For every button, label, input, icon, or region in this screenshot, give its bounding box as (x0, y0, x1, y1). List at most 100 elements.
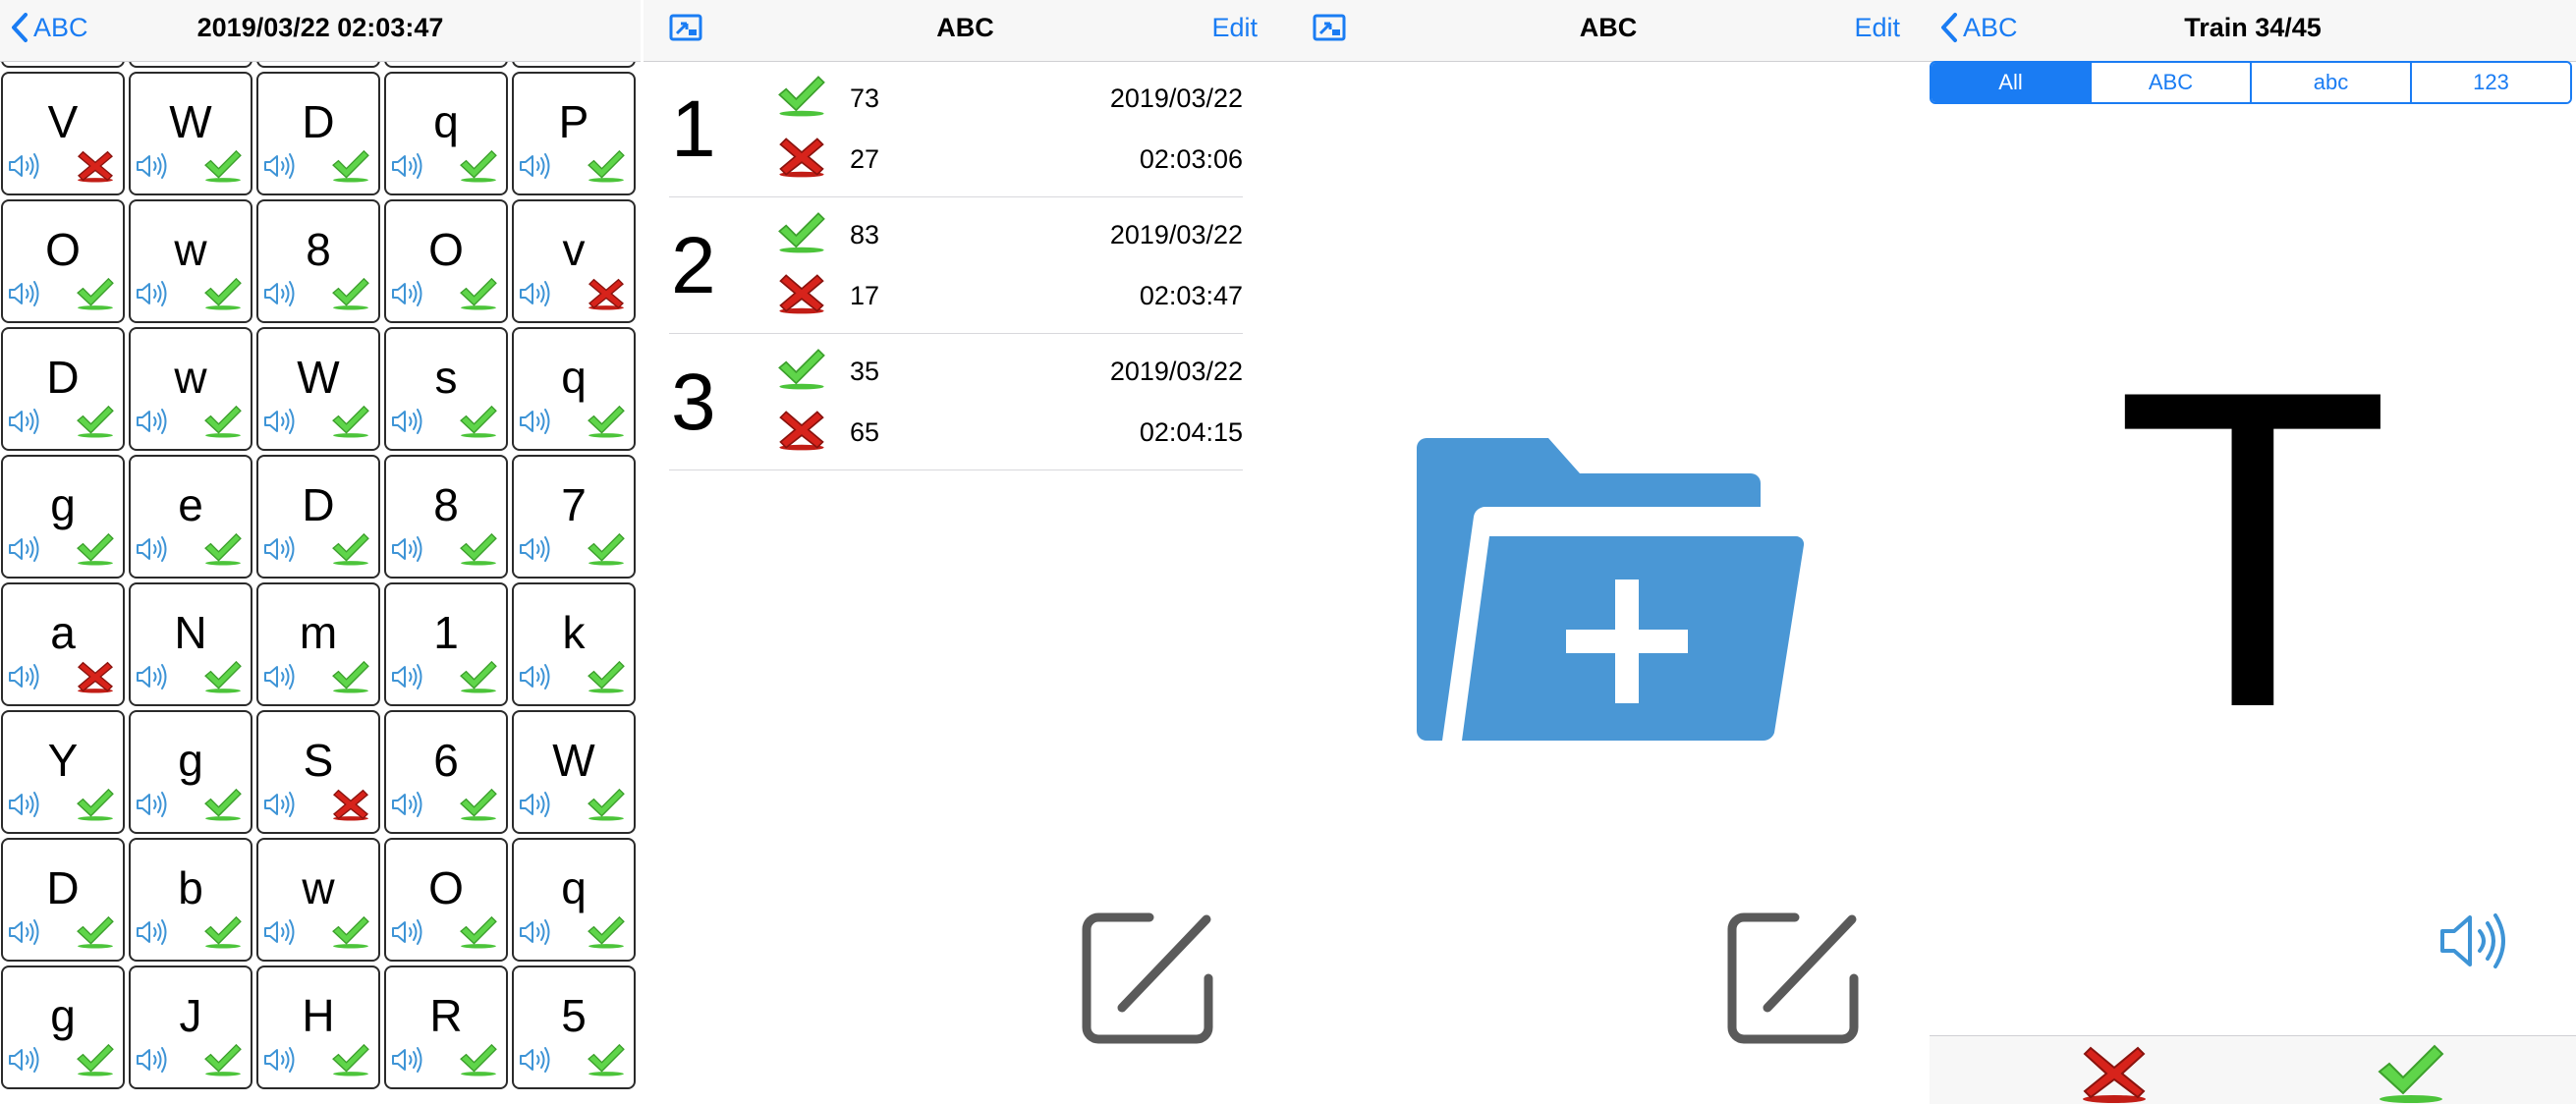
segment-digits[interactable]: 123 (2410, 63, 2570, 102)
wrong-button[interactable] (2079, 1042, 2150, 1104)
speaker-icon[interactable] (262, 279, 300, 313)
speaker-icon[interactable] (390, 790, 427, 824)
letter-cell[interactable]: k (512, 582, 636, 706)
speaker-icon[interactable] (135, 151, 172, 186)
speaker-icon[interactable] (135, 279, 172, 313)
letter-cell[interactable]: D (1, 838, 125, 962)
speaker-icon[interactable] (135, 534, 172, 569)
speaker-icon[interactable] (518, 790, 555, 824)
letter-cell[interactable]: q (384, 72, 508, 195)
letter-cell[interactable]: 5 (512, 966, 636, 1089)
check-icon (203, 915, 243, 954)
letter-cell[interactable]: W (129, 72, 252, 195)
speaker-icon[interactable] (7, 151, 44, 186)
speaker-icon[interactable] (7, 407, 44, 441)
speaker-icon[interactable] (7, 662, 44, 696)
edit-button[interactable]: Edit (1211, 0, 1258, 55)
letter-cell[interactable]: v (512, 199, 636, 323)
speaker-icon[interactable] (135, 917, 172, 952)
segment-lowercase[interactable]: abc (2250, 63, 2410, 102)
speaker-icon[interactable] (7, 790, 44, 824)
segment-uppercase[interactable]: ABC (2090, 63, 2250, 102)
letter-cell[interactable]: P (512, 72, 636, 195)
letter-cell[interactable]: J (129, 966, 252, 1089)
speaker-icon[interactable] (262, 662, 300, 696)
speaker-icon[interactable] (390, 917, 427, 952)
speaker-icon[interactable] (390, 534, 427, 569)
compose-icon[interactable] (1081, 911, 1218, 1049)
letter-cell[interactable]: a (1, 582, 125, 706)
letter-cell[interactable]: b (129, 838, 252, 962)
speaker-icon[interactable] (518, 917, 555, 952)
letter-cell[interactable]: m (256, 582, 380, 706)
speaker-icon[interactable] (518, 534, 555, 569)
speaker-icon[interactable] (135, 407, 172, 441)
speaker-icon[interactable] (262, 151, 300, 186)
speaker-icon[interactable] (2436, 904, 2511, 983)
speaker-icon[interactable] (262, 790, 300, 824)
correct-button[interactable] (2376, 1042, 2446, 1104)
speaker-icon[interactable] (262, 917, 300, 952)
letter-cell[interactable]: g (129, 710, 252, 834)
speaker-icon[interactable] (518, 662, 555, 696)
speaker-icon[interactable] (390, 407, 427, 441)
speaker-icon[interactable] (7, 917, 44, 952)
speaker-icon[interactable] (7, 534, 44, 569)
edit-button[interactable]: Edit (1854, 0, 1900, 55)
record-row[interactable]: 1 73 27 2019/03/22 02:03:06 (669, 61, 1243, 197)
record-row[interactable]: 2 83 17 2019/03/22 02:03:47 (669, 197, 1243, 334)
letter-cell[interactable]: g (1, 455, 125, 579)
letter-cell[interactable]: O (384, 199, 508, 323)
letter-cell[interactable]: s (384, 327, 508, 451)
letter-cell[interactable]: S (256, 710, 380, 834)
letter-cell[interactable]: V (1, 72, 125, 195)
letter-cell[interactable]: q (512, 327, 636, 451)
speaker-icon[interactable] (7, 279, 44, 313)
letter-cell[interactable]: 1 (384, 582, 508, 706)
letter-cell[interactable]: 8 (256, 199, 380, 323)
letter-cell[interactable]: g (1, 966, 125, 1089)
letter-cell[interactable]: D (1, 327, 125, 451)
letter-cell[interactable]: D (256, 455, 380, 579)
letter-cell[interactable]: R (384, 966, 508, 1089)
letter-cell[interactable]: 6 (384, 710, 508, 834)
speaker-icon[interactable] (390, 662, 427, 696)
speaker-icon[interactable] (390, 279, 427, 313)
letter-cell[interactable]: q (512, 838, 636, 962)
speaker-icon[interactable] (135, 790, 172, 824)
letter-cell[interactable]: w (129, 199, 252, 323)
folder-add-icon[interactable] (1411, 432, 1823, 751)
letter-cell[interactable]: N (129, 582, 252, 706)
speaker-icon[interactable] (135, 662, 172, 696)
cell-letter: H (302, 990, 335, 1041)
check-icon (203, 532, 243, 571)
speaker-icon[interactable] (262, 1045, 300, 1079)
check-icon (587, 915, 626, 954)
letter-cell[interactable]: 8 (384, 455, 508, 579)
letter-cell[interactable]: H (256, 966, 380, 1089)
letter-cell[interactable]: W (512, 710, 636, 834)
letter-cell[interactable]: O (384, 838, 508, 962)
compose-icon[interactable] (1726, 911, 1864, 1049)
letter-cell[interactable]: D (256, 72, 380, 195)
speaker-icon[interactable] (518, 279, 555, 313)
letter-cell[interactable]: e (129, 455, 252, 579)
speaker-icon[interactable] (518, 1045, 555, 1079)
speaker-icon[interactable] (518, 407, 555, 441)
letter-cell[interactable]: W (256, 327, 380, 451)
speaker-icon[interactable] (262, 534, 300, 569)
letter-cell[interactable]: w (256, 838, 380, 962)
navigation-bar: ABC Edit (644, 0, 1287, 62)
speaker-icon[interactable] (135, 1045, 172, 1079)
letter-cell[interactable]: w (129, 327, 252, 451)
record-row[interactable]: 3 35 65 2019/03/22 02:04:15 (669, 334, 1243, 470)
speaker-icon[interactable] (7, 1045, 44, 1079)
speaker-icon[interactable] (518, 151, 555, 186)
speaker-icon[interactable] (262, 407, 300, 441)
letter-cell[interactable]: Y (1, 710, 125, 834)
letter-cell[interactable]: 7 (512, 455, 636, 579)
speaker-icon[interactable] (390, 1045, 427, 1079)
letter-cell[interactable]: O (1, 199, 125, 323)
segment-all[interactable]: All (1932, 63, 2090, 102)
speaker-icon[interactable] (390, 151, 427, 186)
